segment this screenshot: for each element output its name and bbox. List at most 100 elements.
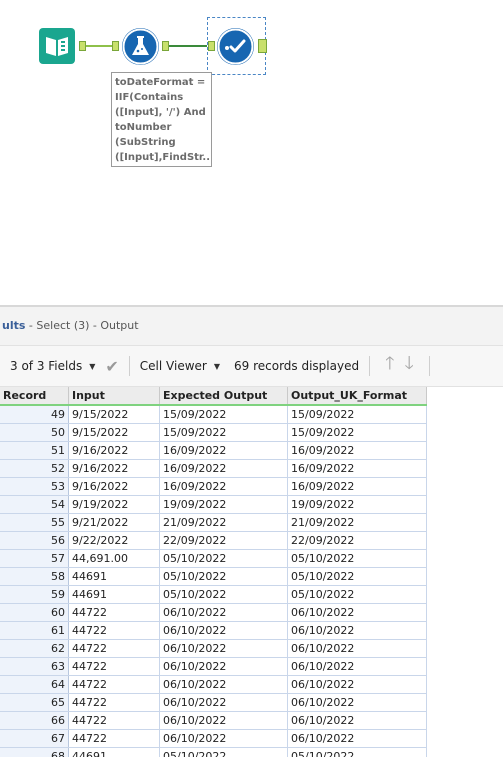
expected-output-cell[interactable]: 22/09/2022 — [160, 532, 288, 550]
output-uk-format-cell[interactable]: 21/09/2022 — [288, 514, 427, 532]
output-uk-format-cell[interactable]: 05/10/2022 — [288, 586, 427, 604]
output-uk-format-cell[interactable]: 22/09/2022 — [288, 532, 427, 550]
output-uk-format-cell[interactable]: 05/10/2022 — [288, 568, 427, 586]
expected-output-cell[interactable]: 15/09/2022 — [160, 424, 288, 442]
input-cell[interactable]: 44722 — [69, 676, 160, 694]
expected-output-cell[interactable]: 15/09/2022 — [160, 405, 288, 424]
input-cell[interactable]: 44691 — [69, 568, 160, 586]
expected-output-cell[interactable]: 06/10/2022 — [160, 604, 288, 622]
expected-output-cell[interactable]: 06/10/2022 — [160, 676, 288, 694]
input-cell[interactable]: 44,691.00 — [69, 550, 160, 568]
table-row[interactable]: 664472206/10/202206/10/2022 — [0, 712, 427, 730]
select-output-anchor[interactable] — [258, 39, 267, 53]
table-row[interactable]: 539/16/202216/09/202216/09/2022 — [0, 478, 427, 496]
column-header-record[interactable]: Record — [0, 387, 69, 405]
cell-viewer-dropdown[interactable]: Cell Viewer ▼ — [140, 359, 220, 373]
record-cell[interactable]: 52 — [0, 460, 69, 478]
record-cell[interactable]: 59 — [0, 586, 69, 604]
table-row[interactable]: 559/21/202221/09/202221/09/2022 — [0, 514, 427, 532]
table-row[interactable]: 604472206/10/202206/10/2022 — [0, 604, 427, 622]
record-cell[interactable]: 56 — [0, 532, 69, 550]
output-uk-format-cell[interactable]: 16/09/2022 — [288, 460, 427, 478]
input-cell[interactable]: 44722 — [69, 730, 160, 748]
expected-output-cell[interactable]: 05/10/2022 — [160, 586, 288, 604]
record-cell[interactable]: 63 — [0, 658, 69, 676]
output-uk-format-cell[interactable]: 06/10/2022 — [288, 676, 427, 694]
record-cell[interactable]: 54 — [0, 496, 69, 514]
table-row[interactable]: 509/15/202215/09/202215/09/2022 — [0, 424, 427, 442]
table-row[interactable]: 499/15/202215/09/202215/09/2022 — [0, 405, 427, 424]
table-row[interactable]: 594469105/10/202205/10/2022 — [0, 586, 427, 604]
arrow-up-icon[interactable]: 🡑 — [385, 351, 394, 381]
formula-tool[interactable] — [122, 28, 159, 65]
select-tool[interactable] — [217, 28, 254, 65]
input-cell[interactable]: 9/16/2022 — [69, 442, 160, 460]
output-uk-format-cell[interactable]: 05/10/2022 — [288, 748, 427, 757]
results-grid[interactable]: Record Input Expected Output Output_UK_F… — [0, 387, 503, 757]
table-row[interactable]: 674472206/10/202206/10/2022 — [0, 730, 427, 748]
output-uk-format-cell[interactable]: 06/10/2022 — [288, 604, 427, 622]
record-cell[interactable]: 67 — [0, 730, 69, 748]
checkmark-icon[interactable]: ✔ — [105, 357, 118, 376]
expected-output-cell[interactable]: 16/09/2022 — [160, 478, 288, 496]
input-cell[interactable]: 44722 — [69, 694, 160, 712]
expected-output-cell[interactable]: 16/09/2022 — [160, 460, 288, 478]
input-output-anchor[interactable] — [79, 41, 86, 51]
record-cell[interactable]: 55 — [0, 514, 69, 532]
table-row[interactable]: 529/16/202216/09/202216/09/2022 — [0, 460, 427, 478]
record-cell[interactable]: 49 — [0, 405, 69, 424]
fields-dropdown[interactable]: 3 of 3 Fields ▼ — [10, 359, 95, 373]
input-cell[interactable]: 44722 — [69, 640, 160, 658]
column-header-output-uk-format[interactable]: Output_UK_Format — [288, 387, 427, 405]
record-cell[interactable]: 68 — [0, 748, 69, 757]
record-cell[interactable]: 53 — [0, 478, 69, 496]
expected-output-cell[interactable]: 05/10/2022 — [160, 568, 288, 586]
expected-output-cell[interactable]: 16/09/2022 — [160, 442, 288, 460]
output-uk-format-cell[interactable]: 16/09/2022 — [288, 478, 427, 496]
input-cell[interactable]: 9/21/2022 — [69, 514, 160, 532]
input-cell[interactable]: 44722 — [69, 658, 160, 676]
table-row[interactable]: 614472206/10/202206/10/2022 — [0, 622, 427, 640]
output-uk-format-cell[interactable]: 15/09/2022 — [288, 405, 427, 424]
table-row[interactable]: 584469105/10/202205/10/2022 — [0, 568, 427, 586]
table-row[interactable]: 644472206/10/202206/10/2022 — [0, 676, 427, 694]
output-uk-format-cell[interactable]: 06/10/2022 — [288, 730, 427, 748]
output-uk-format-cell[interactable]: 06/10/2022 — [288, 658, 427, 676]
input-cell[interactable]: 44722 — [69, 622, 160, 640]
table-row[interactable]: 5744,691.0005/10/202205/10/2022 — [0, 550, 427, 568]
input-cell[interactable]: 9/16/2022 — [69, 478, 160, 496]
input-cell[interactable]: 44691 — [69, 586, 160, 604]
expected-output-cell[interactable]: 06/10/2022 — [160, 712, 288, 730]
output-uk-format-cell[interactable]: 06/10/2022 — [288, 712, 427, 730]
input-cell[interactable]: 9/15/2022 — [69, 405, 160, 424]
input-cell[interactable]: 9/15/2022 — [69, 424, 160, 442]
table-row[interactable]: 549/19/202219/09/202219/09/2022 — [0, 496, 427, 514]
table-row[interactable]: 634472206/10/202206/10/2022 — [0, 658, 427, 676]
arrow-down-icon[interactable]: 🡓 — [404, 351, 413, 381]
output-uk-format-cell[interactable]: 16/09/2022 — [288, 442, 427, 460]
expected-output-cell[interactable]: 21/09/2022 — [160, 514, 288, 532]
output-uk-format-cell[interactable]: 06/10/2022 — [288, 640, 427, 658]
output-uk-format-cell[interactable]: 05/10/2022 — [288, 550, 427, 568]
table-row[interactable]: 684469105/10/202205/10/2022 — [0, 748, 427, 757]
input-cell[interactable]: 44691 — [69, 748, 160, 757]
record-cell[interactable]: 65 — [0, 694, 69, 712]
record-cell[interactable]: 50 — [0, 424, 69, 442]
input-cell[interactable]: 44722 — [69, 712, 160, 730]
expected-output-cell[interactable]: 06/10/2022 — [160, 730, 288, 748]
output-uk-format-cell[interactable]: 15/09/2022 — [288, 424, 427, 442]
record-cell[interactable]: 57 — [0, 550, 69, 568]
input-cell[interactable]: 9/16/2022 — [69, 460, 160, 478]
expected-output-cell[interactable]: 05/10/2022 — [160, 748, 288, 757]
column-header-input[interactable]: Input — [69, 387, 160, 405]
record-cell[interactable]: 62 — [0, 640, 69, 658]
workflow-canvas[interactable]: toDateFormat = IIF(Contains ([Input], '/… — [0, 0, 503, 305]
expected-output-cell[interactable]: 06/10/2022 — [160, 658, 288, 676]
input-cell[interactable]: 9/22/2022 — [69, 532, 160, 550]
record-cell[interactable]: 66 — [0, 712, 69, 730]
output-uk-format-cell[interactable]: 06/10/2022 — [288, 694, 427, 712]
table-row[interactable]: 569/22/202222/09/202222/09/2022 — [0, 532, 427, 550]
formula-output-anchor[interactable] — [162, 41, 169, 51]
table-row[interactable]: 624472206/10/202206/10/2022 — [0, 640, 427, 658]
column-header-expected-output[interactable]: Expected Output — [160, 387, 288, 405]
